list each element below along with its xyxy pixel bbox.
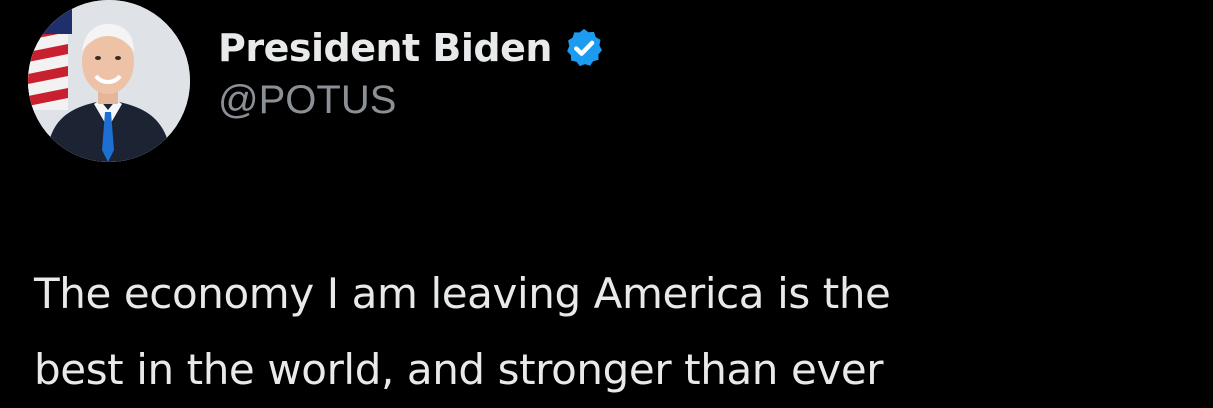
verified-badge-icon[interactable] [562,26,606,70]
name-row: President Biden [218,22,606,74]
handle[interactable]: @POTUS [218,78,606,123]
display-name[interactable]: President Biden [218,26,552,70]
tweet-text-line: best in the world, and stronger than eve… [34,345,884,394]
profile-photo-icon [28,0,190,162]
author-info: President Biden @POTUS [218,22,606,123]
avatar[interactable] [28,0,190,162]
tweet-card: President Biden @POTUS The economy I am … [0,0,1213,405]
tweet-text-line: The economy I am leaving America is the [34,269,891,318]
tweet-text: The economy I am leaving America is the … [34,256,1204,408]
